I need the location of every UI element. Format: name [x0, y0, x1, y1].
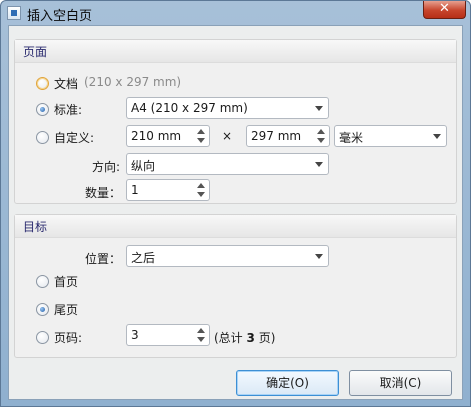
target-group-header: 目标: [15, 215, 456, 238]
page-total-value: 3: [246, 331, 255, 345]
spin-up-icon[interactable]: [197, 183, 205, 188]
page-number-spinner[interactable]: 3: [126, 324, 210, 346]
unit-value: 毫米: [339, 131, 364, 145]
spin-down-icon[interactable]: [197, 192, 205, 197]
app-icon: [7, 6, 21, 20]
standard-size-label: 标准:: [54, 103, 83, 117]
doc-size-value: (210 x 297 mm): [84, 75, 182, 89]
position-label: 位置：: [85, 252, 122, 266]
spin-down-icon[interactable]: [197, 138, 205, 143]
page-group-title: 页面: [23, 45, 48, 59]
count-label: 数量：: [85, 186, 122, 200]
orientation-label: 方向:: [92, 160, 121, 174]
standard-size-select[interactable]: A4 (210 x 297 mm): [126, 97, 329, 119]
spin-up-icon[interactable]: [197, 328, 205, 333]
last-page-label: 尾页: [54, 303, 79, 317]
count-value: 1: [131, 183, 139, 197]
standard-size-value: A4 (210 x 297 mm): [131, 101, 248, 115]
last-page-radio[interactable]: [36, 303, 49, 316]
position-select[interactable]: 之后: [126, 245, 329, 267]
close-button[interactable]: ✕: [423, 1, 466, 19]
page-total: (总计 3 页): [214, 329, 275, 346]
custom-size-radio[interactable]: [36, 131, 49, 144]
page-group: 页面 文档 (210 x 297 mm) 标准: A4 (210 x 297 m…: [14, 39, 457, 204]
page-total-suffix: 页): [258, 331, 276, 345]
page-number-value: 3: [131, 328, 139, 342]
doc-size-label: 文档: [54, 77, 79, 91]
dialog-body: 页面 文档 (210 x 297 mm) 标准: A4 (210 x 297 m…: [8, 25, 463, 400]
chevron-down-icon: [315, 106, 323, 111]
cancel-button[interactable]: 取消(C): [349, 370, 452, 396]
spin-down-icon[interactable]: [317, 138, 325, 143]
orientation-value: 纵向: [131, 159, 156, 173]
chevron-down-icon: [433, 134, 441, 139]
orientation-select[interactable]: 纵向: [126, 153, 329, 175]
count-spinner[interactable]: 1: [126, 179, 210, 201]
standard-size-radio[interactable]: [36, 103, 49, 116]
position-value: 之后: [131, 251, 156, 265]
custom-width-spinner[interactable]: 210 mm: [126, 125, 210, 147]
times-sign: ×: [222, 129, 233, 143]
target-group: 目标 位置： 之后 首页 尾页 页码: 3 (总计 3 页): [14, 214, 457, 358]
first-page-radio[interactable]: [36, 275, 49, 288]
doc-size-radio[interactable]: [36, 77, 49, 90]
unit-select[interactable]: 毫米: [334, 125, 447, 147]
chevron-down-icon: [315, 254, 323, 259]
page-number-radio[interactable]: [36, 331, 49, 344]
custom-height-value: 297 mm: [251, 129, 302, 143]
spin-up-icon[interactable]: [317, 129, 325, 134]
window-title: 插入空白页: [27, 9, 93, 24]
spin-down-icon[interactable]: [197, 337, 205, 342]
custom-size-label: 自定义:: [54, 131, 95, 145]
dialog-window: 插入空白页 ✕ 页面 文档 (210 x 297 mm) 标准: A4 (210…: [0, 0, 471, 407]
custom-width-value: 210 mm: [131, 129, 182, 143]
chevron-down-icon: [315, 162, 323, 167]
custom-height-spinner[interactable]: 297 mm: [246, 125, 330, 147]
page-group-header: 页面: [15, 40, 456, 63]
target-group-title: 目标: [23, 220, 48, 234]
ok-button[interactable]: 确定(O): [236, 370, 339, 396]
first-page-label: 首页: [54, 275, 79, 289]
title-bar: 插入空白页 ✕: [1, 1, 470, 25]
spin-up-icon[interactable]: [197, 129, 205, 134]
page-number-label: 页码:: [54, 331, 83, 345]
page-total-prefix: (总计: [214, 331, 243, 345]
